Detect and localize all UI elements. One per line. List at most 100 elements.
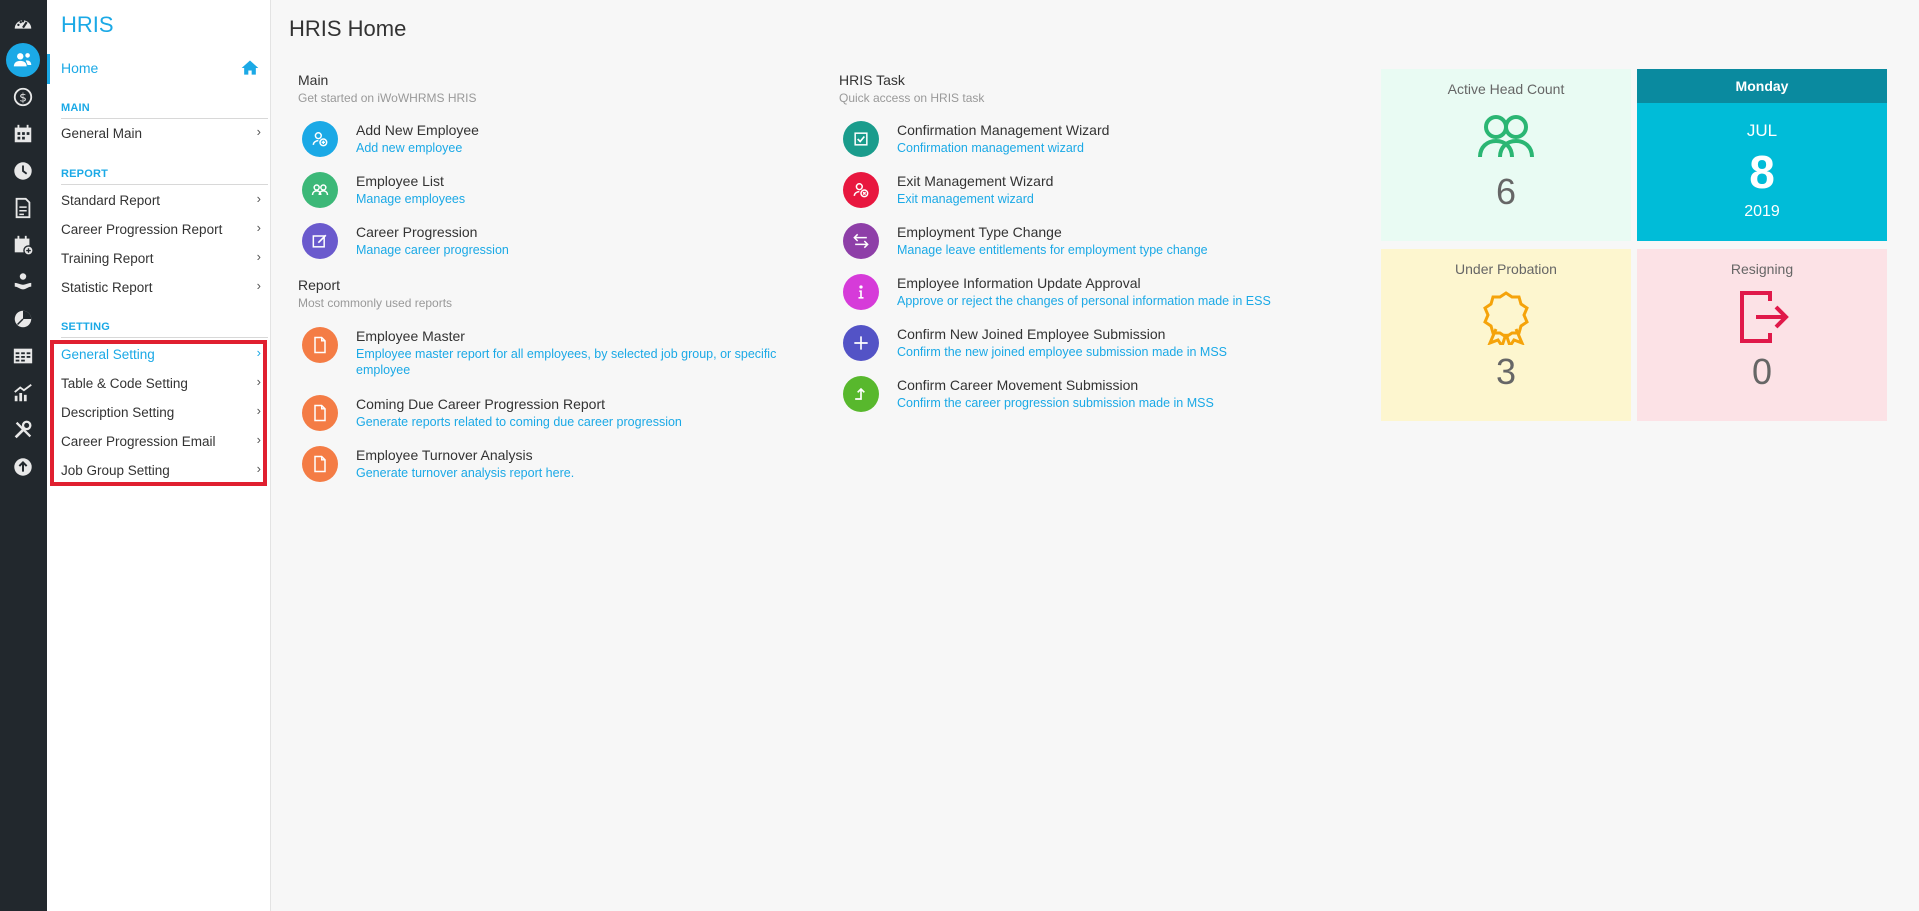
action-confirm-new-joined-employee-submission[interactable]: Confirm New Joined Employee Submission C… xyxy=(843,325,1363,371)
sidebar-item-job-group-setting[interactable]: Job Group Setting › xyxy=(61,459,261,483)
chevron-right-icon: › xyxy=(256,432,261,447)
tools-icon[interactable] xyxy=(4,413,42,447)
action-description-link[interactable]: Confirm the career progression submissio… xyxy=(897,395,1214,411)
action-career-progression[interactable]: Career Progression Manage career progres… xyxy=(302,223,822,269)
swap-icon xyxy=(843,223,879,259)
chevron-right-icon: › xyxy=(256,345,261,360)
group-subtitle-main: Get started on iWoWHRMS HRIS xyxy=(298,91,477,105)
sidebar-item-career-progression-report[interactable]: Career Progression Report › xyxy=(61,218,261,242)
action-description-link[interactable]: Manage career progression xyxy=(356,242,509,258)
action-description-link[interactable]: Confirm the new joined employee submissi… xyxy=(897,344,1227,360)
hands-icon[interactable] xyxy=(4,265,42,299)
action-title: Employee Turnover Analysis xyxy=(356,447,533,463)
action-title: Confirm Career Movement Submission xyxy=(897,377,1139,393)
action-title: Employee Master xyxy=(356,328,465,344)
sidebar-item-general-setting[interactable]: General Setting › xyxy=(61,343,261,367)
table-icon[interactable] xyxy=(4,339,42,373)
card-date: Monday JUL 8 2019 xyxy=(1637,69,1887,241)
sidebar-item-label: General Main xyxy=(61,126,143,141)
people-icon[interactable] xyxy=(4,43,42,77)
group-subtitle-hris-task: Quick access on HRIS task xyxy=(839,91,985,105)
action-employment-type-change[interactable]: Employment Type Change Manage leave enti… xyxy=(843,223,1363,269)
sidebar-item-home[interactable]: Home xyxy=(47,54,270,84)
chevron-right-icon: › xyxy=(256,191,261,206)
chevron-right-icon: › xyxy=(256,374,261,389)
calendar-grid-icon[interactable] xyxy=(4,117,42,151)
document-icon xyxy=(302,327,338,363)
action-title: Confirmation Management Wizard xyxy=(897,122,1110,138)
card-title: Active Head Count xyxy=(1447,81,1565,97)
date-year: 2019 xyxy=(1744,203,1780,220)
action-description-link[interactable]: Exit management wizard xyxy=(897,191,1034,207)
sidebar-item-standard-report[interactable]: Standard Report › xyxy=(61,189,261,213)
action-coming-due-career-progression-report[interactable]: Coming Due Career Progression Report Gen… xyxy=(302,395,822,441)
step-up-icon xyxy=(843,376,879,412)
action-confirm-career-movement-submission[interactable]: Confirm Career Movement Submission Confi… xyxy=(843,376,1363,422)
dollar-icon[interactable]: $ xyxy=(4,80,42,114)
card-value: 0 xyxy=(1751,351,1773,392)
chevron-right-icon: › xyxy=(256,461,261,476)
sidebar-item-label: Training Report xyxy=(61,251,154,266)
calendar-add-icon[interactable] xyxy=(4,228,42,262)
document-icon[interactable] xyxy=(4,191,42,225)
card-value: 3 xyxy=(1495,351,1517,392)
action-exit-management-wizard[interactable]: Exit Management Wizard Exit management w… xyxy=(843,172,1363,218)
upload-icon[interactable] xyxy=(4,450,42,484)
users-icon xyxy=(1478,115,1534,158)
card-active-head-count[interactable]: Active Head Count 6 xyxy=(1381,69,1631,241)
users-icon xyxy=(302,172,338,208)
sidebar-item-label: General Setting xyxy=(61,347,155,362)
action-description-link[interactable]: Employee master report for all employees… xyxy=(356,346,826,378)
action-title: Employee List xyxy=(356,173,444,189)
section-header-main: MAIN xyxy=(61,102,268,119)
sidebar-item-label: Description Setting xyxy=(61,405,175,420)
group-subtitle-report: Most commonly used reports xyxy=(298,296,453,310)
card-resigning[interactable]: Resigning 0 xyxy=(1637,249,1887,421)
award-icon xyxy=(1483,291,1529,345)
action-description-link[interactable]: Approve or reject the changes of persona… xyxy=(897,293,1271,309)
add-user-icon xyxy=(302,121,338,157)
exit-icon xyxy=(1740,291,1789,343)
action-description-link[interactable]: Manage leave entitlements for employment… xyxy=(897,242,1208,258)
clock-icon[interactable] xyxy=(4,154,42,188)
dashboard-icon[interactable] xyxy=(4,7,42,41)
sidebar-item-training-report[interactable]: Training Report › xyxy=(61,247,261,271)
action-description-link[interactable]: Add new employee xyxy=(356,140,462,156)
card-title: Under Probation xyxy=(1455,261,1557,277)
action-title: Exit Management Wizard xyxy=(897,173,1054,189)
date-number: 8 xyxy=(1749,146,1775,198)
home-icon xyxy=(241,60,259,75)
chevron-right-icon: › xyxy=(256,403,261,418)
check-square-icon xyxy=(843,121,879,157)
chevron-right-icon: › xyxy=(256,124,261,139)
sidebar-item-table-code-setting[interactable]: Table & Code Setting › xyxy=(61,372,261,396)
card-under-probation[interactable]: Under Probation 3 xyxy=(1381,249,1631,421)
action-add-new-employee[interactable]: Add New Employee Add new employee xyxy=(302,121,822,167)
sidebar-item-label: Career Progression Email xyxy=(61,434,216,449)
action-employee-master[interactable]: Employee Master Employee master report f… xyxy=(302,327,822,377)
action-description-link[interactable]: Generate reports related to coming due c… xyxy=(356,414,682,430)
sidebar-item-label: Statistic Report xyxy=(61,280,153,295)
chevron-right-icon: › xyxy=(256,278,261,293)
action-employee-information-update-approval[interactable]: Employee Information Update Approval App… xyxy=(843,274,1363,320)
info-icon xyxy=(843,274,879,310)
sidebar-item-career-progression-email[interactable]: Career Progression Email › xyxy=(61,430,261,454)
svg-text:$: $ xyxy=(19,91,27,105)
edit-icon xyxy=(302,223,338,259)
sidebar-item-description-setting[interactable]: Description Setting › xyxy=(61,401,261,425)
sidebar-item-general-main[interactable]: General Main › xyxy=(61,122,261,146)
action-description-link[interactable]: Generate turnover analysis report here. xyxy=(356,465,574,481)
sidebar: HRIS Home MAIN General Main › REPORT Sta… xyxy=(47,0,271,911)
app-title: HRIS xyxy=(61,12,114,37)
action-employee-turnover-analysis[interactable]: Employee Turnover Analysis Generate turn… xyxy=(302,446,822,492)
action-description-link[interactable]: Manage employees xyxy=(356,191,465,207)
action-employee-list[interactable]: Employee List Manage employees xyxy=(302,172,822,218)
action-title: Employee Information Update Approval xyxy=(897,275,1141,291)
chart-icon[interactable] xyxy=(4,376,42,410)
pie-chart-icon[interactable] xyxy=(4,302,42,336)
action-confirmation-management-wizard[interactable]: Confirmation Management Wizard Confirmat… xyxy=(843,121,1363,167)
chevron-right-icon: › xyxy=(256,220,261,235)
action-description-link[interactable]: Confirmation management wizard xyxy=(897,140,1084,156)
sidebar-item-statistic-report[interactable]: Statistic Report › xyxy=(61,276,261,300)
sidebar-item-label: Home xyxy=(61,60,99,76)
